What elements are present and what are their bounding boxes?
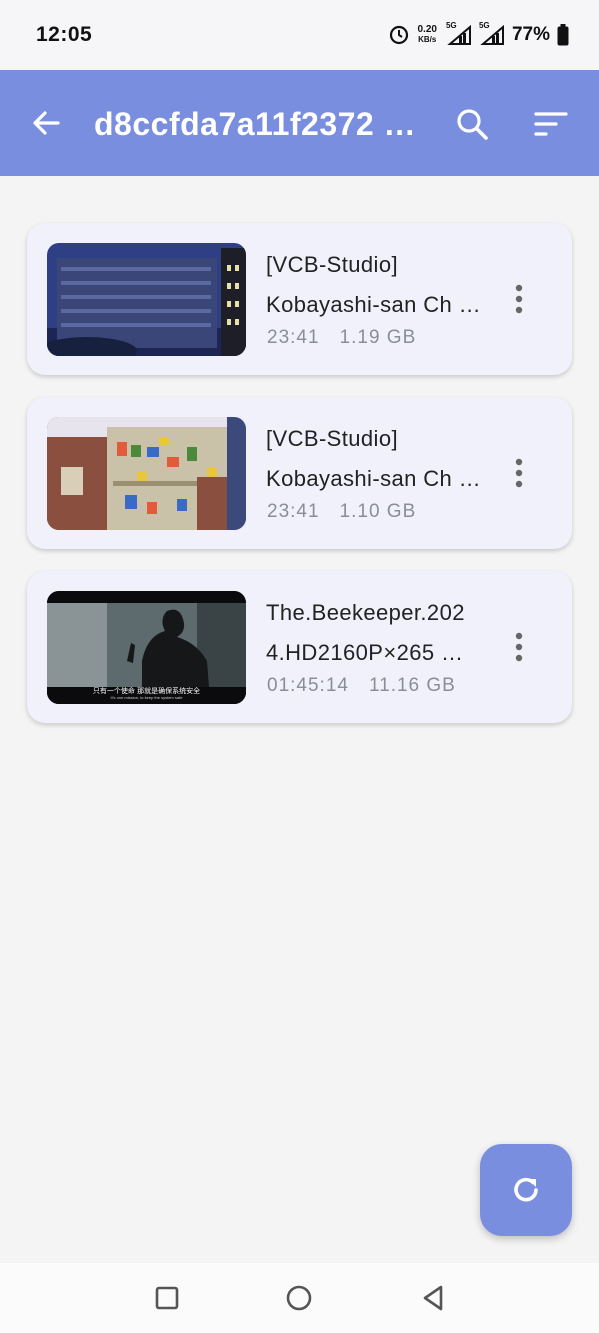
app-bar: d8ccfda7a11f2372 … (0, 70, 599, 176)
movie-subtitle-cn: 只有一个使命 那就是确保系统安全 (92, 687, 201, 695)
video-meta: 23:41 1.19 GB (267, 327, 416, 349)
more-vert-icon (515, 458, 523, 488)
folder-title: d8ccfda7a11f2372 … (94, 106, 417, 142)
refresh-icon (514, 1177, 538, 1202)
video-title-line: [VCB-Studio] (266, 426, 398, 451)
video-size: 11.16 GB (368, 675, 456, 696)
video-title-line: Kobayashi-san Ch … (266, 466, 482, 491)
battery-icon (557, 24, 569, 46)
building-night-thumbnail (47, 243, 246, 356)
video-title-line: [VCB-Studio] (266, 252, 398, 277)
movie-subtitle-en: It's one mission, to keep the system saf… (110, 695, 183, 700)
more-vert-icon (515, 632, 523, 662)
sort-button[interactable] (533, 106, 569, 142)
status-bar: 12:05 0.20 KB/s 5G 5G 77% (0, 0, 599, 70)
more-vert-icon (515, 284, 523, 314)
video-duration: 23:41 (267, 327, 320, 348)
refresh-button[interactable] (480, 1144, 572, 1236)
net-speed-value: 0.20 (417, 24, 437, 35)
back-arrow-icon (33, 111, 60, 135)
video-item[interactable]: 只有一个使命 那就是确保系统安全 It's one mission, to ke… (27, 571, 572, 723)
video-title-line: Kobayashi-san Ch … (266, 292, 482, 317)
video-title-line: The.Beekeeper.202 (266, 600, 465, 625)
recents-button[interactable] (152, 1283, 182, 1313)
home-circle-icon (286, 1285, 312, 1311)
more-options-button[interactable] (505, 453, 533, 493)
sort-icon (534, 112, 568, 136)
net-speed-unit: KB/s (418, 35, 437, 44)
recents-square-icon (155, 1286, 179, 1310)
battery-percent: 77% (511, 24, 550, 45)
video-title-line: 4.HD2160P×265 … (266, 640, 464, 665)
signal-label: 5G (445, 21, 457, 30)
system-back-button[interactable] (418, 1283, 448, 1313)
video-item[interactable]: [VCB-Studio] Kobayashi-san Ch … 23:41 1.1… (27, 397, 572, 549)
more-options-button[interactable] (505, 279, 533, 319)
back-button[interactable] (28, 105, 64, 141)
more-options-button[interactable] (505, 627, 533, 667)
video-duration: 01:45:14 (267, 675, 349, 696)
signal-label: 5G (478, 21, 490, 30)
video-meta: 01:45:14 11.16 GB (267, 675, 456, 697)
video-item[interactable]: [VCB-Studio] Kobayashi-san Ch … 23:41 1.1… (27, 223, 572, 375)
video-meta: 23:41 1.10 GB (267, 501, 416, 523)
video-title: [VCB-Studio] Kobayashi-san Ch … (266, 245, 488, 325)
home-button[interactable] (284, 1283, 314, 1313)
signal-5g-icon: 5G (479, 21, 505, 45)
alarm-icon (389, 25, 409, 45)
search-button[interactable] (454, 106, 490, 142)
signal-5g-icon: 5G (446, 21, 472, 45)
movie-silhouette-thumbnail: 只有一个使命 那就是确保系统安全 It's one mission, to ke… (47, 591, 246, 704)
video-title: [VCB-Studio] Kobayashi-san Ch … (266, 419, 488, 499)
system-nav-bar (0, 1263, 599, 1333)
search-icon (457, 109, 488, 140)
store-shelves-thumbnail (47, 417, 246, 530)
video-size: 1.10 GB (339, 501, 417, 522)
net-speed: 0.20 KB/s (418, 25, 437, 45)
status-icons: 0.20 KB/s 5G 5G 77% (389, 21, 570, 46)
back-triangle-icon (423, 1285, 443, 1311)
video-size: 1.19 GB (339, 327, 417, 348)
video-title: The.Beekeeper.202 4.HD2160P×265 … (266, 593, 488, 673)
video-duration: 23:41 (267, 501, 320, 522)
status-time: 12:05 (36, 23, 93, 46)
